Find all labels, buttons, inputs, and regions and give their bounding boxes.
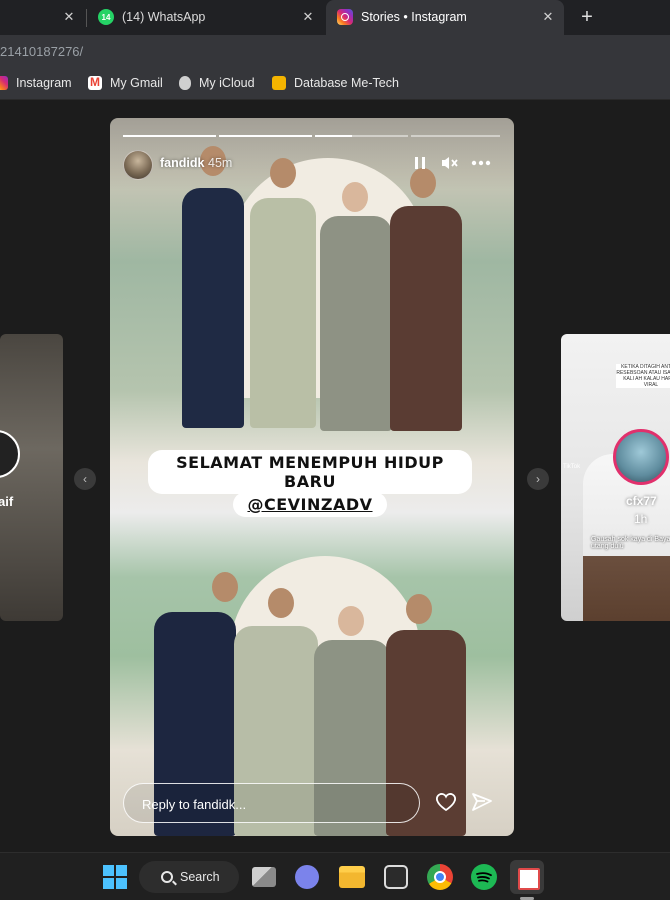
gmail-icon (88, 75, 102, 90)
story-timestamp: 1h (634, 512, 648, 526)
avatar (0, 430, 20, 478)
tab-whatsapp[interactable]: 14 (14) WhatsApp ✕ (88, 0, 324, 35)
stories-viewer: aif ‹ fandidk 45m SELAMAT MENEMPUH HIDUP… (0, 100, 670, 852)
story-progress-bar (219, 135, 312, 137)
active-story[interactable]: fandidk 45m SELAMAT MENEMPUH HIDUP BARU … (110, 118, 514, 836)
tab-label: (14) WhatsApp (122, 10, 206, 24)
snipping-tool-icon[interactable] (510, 860, 544, 894)
story-author: aif (0, 494, 14, 509)
bookmark-icloud[interactable]: My iCloud (179, 76, 255, 90)
new-tab-button[interactable]: + (576, 6, 598, 28)
story-preview-left[interactable]: aif (0, 334, 63, 621)
windows-start-icon[interactable] (101, 863, 129, 891)
bookmark-gmail[interactable]: My Gmail (88, 75, 163, 90)
story-progress-bar (123, 135, 216, 137)
spotify-icon[interactable] (471, 864, 497, 890)
bookmark-label: Database Me-Tech (294, 76, 399, 90)
caption-line-1: SELAMAT MENEMPUH HIDUP BARU (148, 450, 472, 494)
teams-icon[interactable] (295, 865, 319, 889)
bookmark-label: My iCloud (199, 76, 255, 90)
taskbar: Search (0, 852, 670, 900)
tab-label: Stories • Instagram (361, 10, 467, 24)
bookmark-instagram[interactable]: Instagram (0, 76, 72, 90)
file-explorer-icon[interactable] (339, 866, 365, 888)
whatsapp-icon: 14 (98, 9, 114, 25)
send-icon[interactable] (470, 790, 494, 814)
next-story-button[interactable]: › (527, 468, 549, 490)
apple-icon (179, 76, 191, 90)
database-icon (272, 76, 286, 90)
tab-close-icon[interactable]: ✕ (61, 9, 77, 25)
avatar[interactable] (123, 150, 153, 180)
tab-previous[interactable]: ✕ (0, 0, 85, 35)
mute-icon[interactable] (438, 152, 460, 174)
tab-instagram-stories[interactable]: Stories • Instagram ✕ (326, 0, 564, 35)
story-progress-bar (315, 135, 408, 137)
caption-mention[interactable]: @CEVINZADV (233, 492, 387, 517)
preview-overlay-text: Gausah sok kaya di Bayar utang dulu (591, 536, 670, 550)
taskbar-search[interactable]: Search (139, 861, 239, 893)
url-text[interactable]: 21410187276/ (0, 44, 83, 59)
tab-close-icon[interactable]: ✕ (540, 9, 556, 25)
store-icon[interactable] (384, 865, 408, 889)
tab-separator (86, 9, 87, 27)
story-timestamp: 45m (208, 156, 233, 170)
bookmark-database[interactable]: Database Me-Tech (272, 76, 399, 90)
search-icon (161, 871, 173, 883)
preview-caption: KETIKA DITAGIH ANTARA RESEBSOAN ATAU ISA… (616, 364, 670, 388)
story-author: cfx77 (626, 494, 657, 508)
reply-input[interactable] (142, 795, 402, 813)
story-caption: SELAMAT MENEMPUH HIDUP BARU @CEVINZADV (148, 450, 472, 517)
heart-icon[interactable] (434, 790, 458, 814)
reply-box[interactable] (123, 783, 420, 823)
pause-icon[interactable] (409, 152, 431, 174)
instagram-icon (0, 76, 8, 90)
bookmarks-bar: Instagram My Gmail My iCloud Database Me… (0, 68, 670, 100)
browser-tab-bar: ✕ 14 (14) WhatsApp ✕ Stories • Instagram… (0, 0, 670, 35)
tiktok-watermark: TikTok (563, 464, 581, 470)
search-label: Search (180, 870, 220, 884)
previous-story-button[interactable]: ‹ (74, 468, 96, 490)
chrome-icon[interactable] (427, 864, 453, 890)
bookmark-label: Instagram (16, 76, 72, 90)
instagram-icon (337, 9, 353, 25)
story-progress-bar (411, 135, 500, 137)
avatar (613, 429, 669, 485)
address-bar[interactable]: 21410187276/ (0, 35, 670, 68)
task-view-icon[interactable] (252, 867, 276, 887)
story-username[interactable]: fandidk (160, 156, 204, 170)
more-icon[interactable] (470, 152, 492, 174)
story-preview-right[interactable]: KETIKA DITAGIH ANTARA RESEBSOAN ATAU ISA… (561, 334, 670, 621)
bookmark-label: My Gmail (110, 76, 163, 90)
tab-close-icon[interactable]: ✕ (300, 9, 316, 25)
